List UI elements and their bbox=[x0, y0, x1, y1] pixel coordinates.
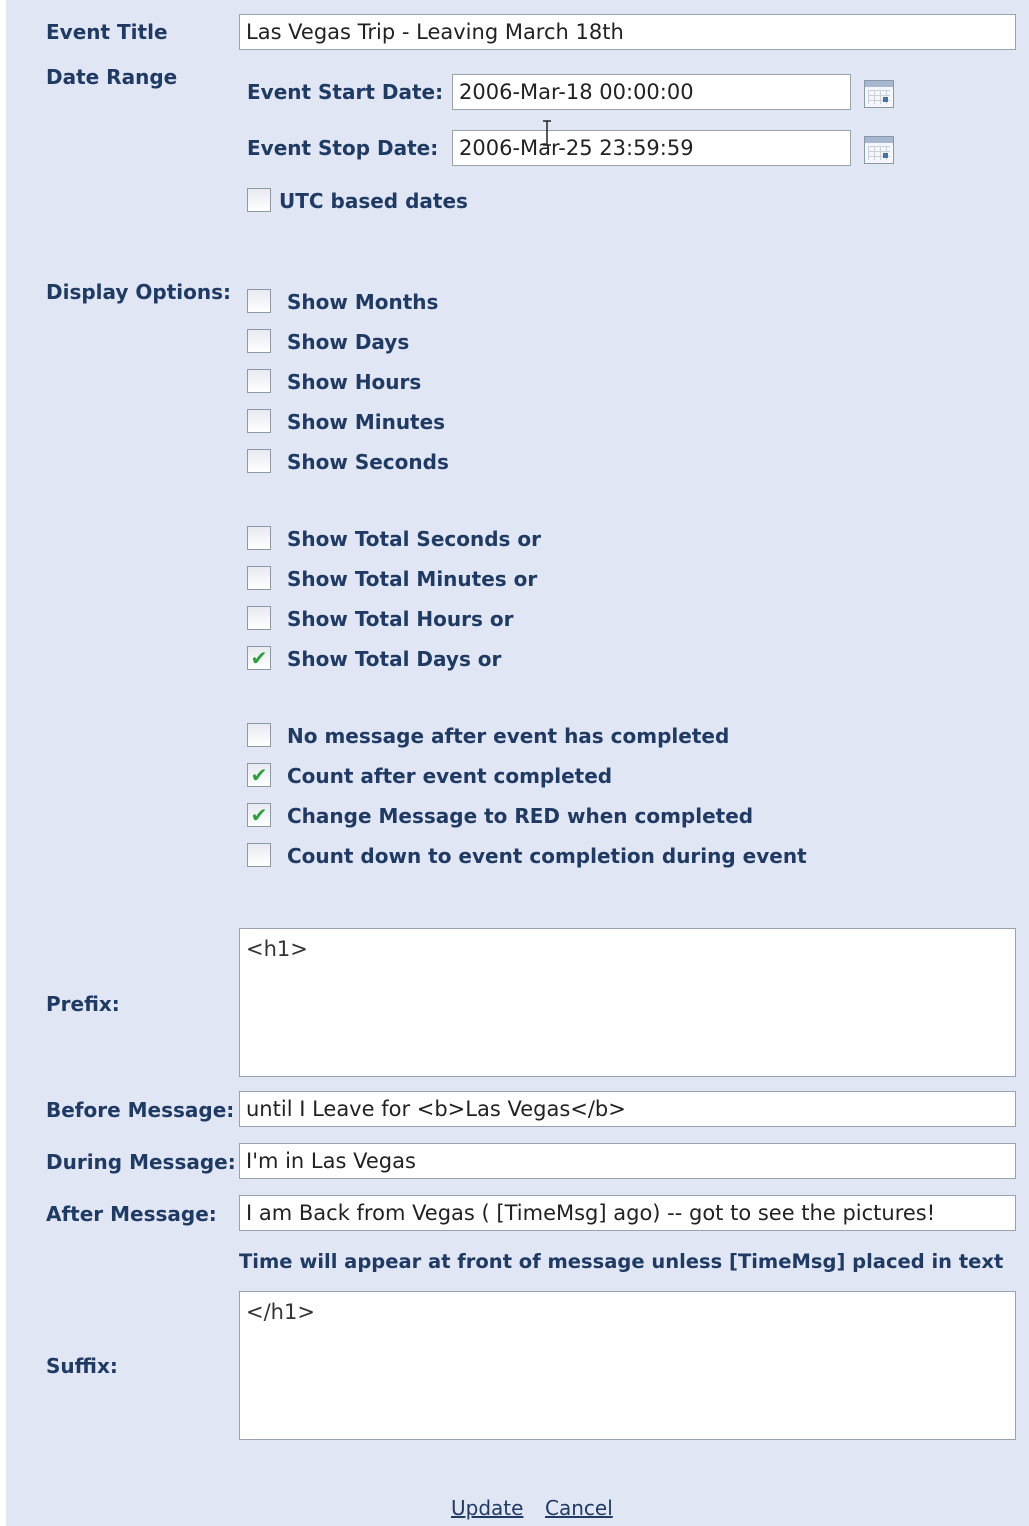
option-checkbox[interactable]: ✔ bbox=[247, 763, 271, 787]
option-label: Show Total Hours or bbox=[287, 607, 514, 631]
text-cursor-icon bbox=[543, 120, 551, 146]
option-label: Count after event completed bbox=[287, 764, 613, 788]
display-options-label: Display Options: bbox=[46, 280, 232, 304]
event-title-input[interactable]: Las Vegas Trip - Leaving March 18th bbox=[239, 14, 1016, 50]
check-icon: ✔ bbox=[250, 646, 268, 670]
option-checkbox[interactable]: ✔ bbox=[247, 843, 271, 867]
before-message-label: Before Message: bbox=[46, 1098, 235, 1122]
start-date-input[interactable]: 2006-Mar-18 00:00:00 bbox=[452, 74, 851, 110]
option-checkbox[interactable]: ✔ bbox=[247, 369, 271, 393]
before-message-input[interactable]: until I Leave for <b>Las Vegas</b> bbox=[239, 1091, 1016, 1127]
during-message-input[interactable]: I'm in Las Vegas bbox=[239, 1143, 1016, 1179]
date-range-label: Date Range bbox=[46, 65, 178, 89]
option-label: Show Total Minutes or bbox=[287, 567, 538, 591]
option-checkbox[interactable]: ✔ bbox=[247, 723, 271, 747]
prefix-textarea[interactable]: <h1> bbox=[239, 928, 1016, 1077]
after-message-input[interactable]: I am Back from Vegas ( [TimeMsg] ago) --… bbox=[239, 1195, 1016, 1231]
cancel-link[interactable]: Cancel bbox=[545, 1496, 613, 1520]
option-checkbox[interactable]: ✔ bbox=[247, 566, 271, 590]
start-date-label: Event Start Date: bbox=[247, 80, 444, 104]
option-checkbox[interactable]: ✔ bbox=[247, 289, 271, 313]
update-link[interactable]: Update bbox=[451, 1496, 523, 1520]
option-label: Show Minutes bbox=[287, 410, 446, 434]
option-label: Change Message to RED when completed bbox=[287, 804, 754, 828]
option-label: Show Days bbox=[287, 330, 410, 354]
prefix-label: Prefix: bbox=[46, 992, 120, 1016]
check-icon: ✔ bbox=[250, 803, 268, 827]
during-message-label: During Message: bbox=[46, 1150, 236, 1174]
suffix-textarea[interactable]: </h1> bbox=[239, 1291, 1016, 1440]
calendar-icon[interactable] bbox=[864, 80, 894, 108]
check-icon: ✔ bbox=[250, 763, 268, 787]
timemsg-hint: Time will appear at front of message unl… bbox=[239, 1250, 1004, 1273]
option-checkbox[interactable]: ✔ bbox=[247, 329, 271, 353]
calendar-icon[interactable] bbox=[864, 136, 894, 164]
utc-checkbox[interactable]: ✔ bbox=[247, 188, 271, 212]
option-label: Show Total Days or bbox=[287, 647, 502, 671]
option-checkbox[interactable]: ✔ bbox=[247, 606, 271, 630]
option-label: Show Seconds bbox=[287, 450, 449, 474]
option-checkbox[interactable]: ✔ bbox=[247, 526, 271, 550]
option-checkbox[interactable]: ✔ bbox=[247, 646, 271, 670]
event-title-label: Event Title bbox=[46, 20, 168, 44]
option-label: Show Hours bbox=[287, 370, 422, 394]
stop-date-input[interactable]: 2006-Mar-25 23:59:59 bbox=[452, 130, 851, 166]
suffix-label: Suffix: bbox=[46, 1354, 118, 1378]
stop-date-label: Event Stop Date: bbox=[247, 136, 439, 160]
after-message-label: After Message: bbox=[46, 1202, 217, 1226]
option-checkbox[interactable]: ✔ bbox=[247, 409, 271, 433]
option-checkbox[interactable]: ✔ bbox=[247, 449, 271, 473]
option-label: No message after event has completed bbox=[287, 724, 730, 748]
option-label: Count down to event completion during ev… bbox=[287, 844, 807, 868]
option-label: Show Months bbox=[287, 290, 439, 314]
option-label: Show Total Seconds or bbox=[287, 527, 542, 551]
option-checkbox[interactable]: ✔ bbox=[247, 803, 271, 827]
utc-label: UTC based dates bbox=[279, 189, 468, 213]
